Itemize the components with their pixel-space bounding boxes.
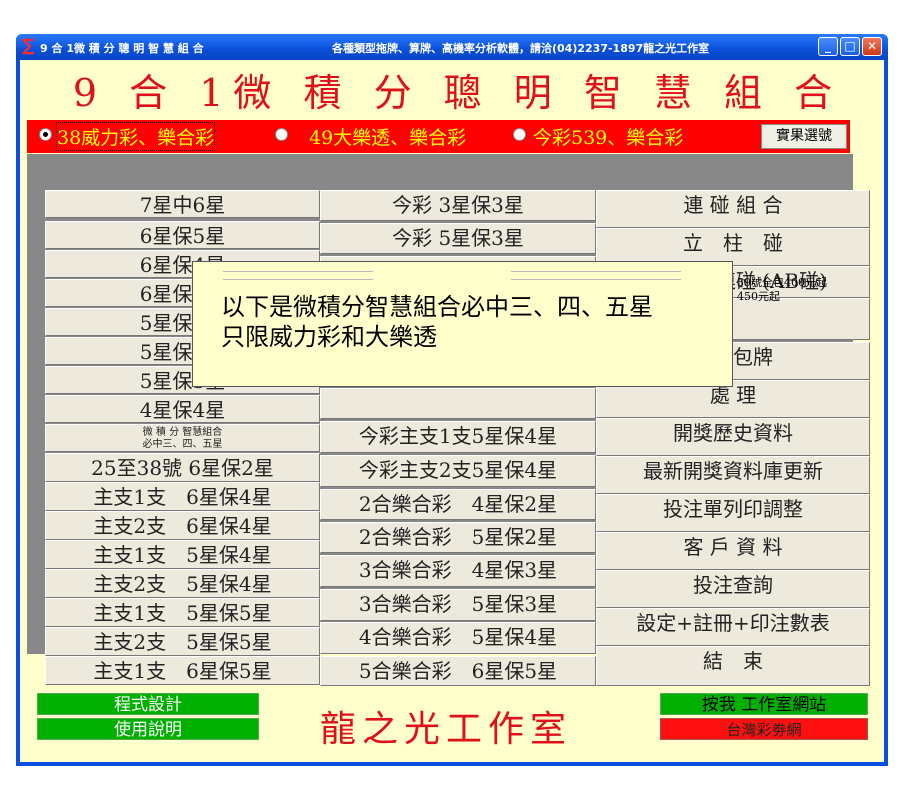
sigma-app-icon: ∑ bbox=[22, 36, 35, 56]
lottery-site-button[interactable]: 台灣彩劵網 bbox=[660, 718, 868, 740]
price-note: 39號全包400元起 450元起 bbox=[737, 276, 827, 304]
website-button[interactable]: 按我 工作室網站 bbox=[660, 693, 868, 715]
left_column-button-7[interactable]: 4星保4星 bbox=[45, 395, 320, 423]
left_column-button-15[interactable]: 主支2支 5星保5星 bbox=[45, 627, 320, 656]
left_column-button-10[interactable]: 主支1支 6星保4星 bbox=[45, 482, 320, 511]
popup-line2: 只限威力彩和大樂透 bbox=[221, 323, 437, 351]
function-grid: 7星中6星 6星保5星 6星保4星 6星保3星 5星保5星 5星保4星 5星保3星 4星保4星… bbox=[27, 154, 870, 686]
popup-line1: 以下是微積分智慧組合必中三、四、五星 bbox=[221, 293, 653, 321]
radio-49-lotto[interactable] bbox=[275, 128, 288, 141]
right_column-button-7[interactable]: 最新開獎資料庫更新 bbox=[596, 456, 870, 494]
left_column-button-16[interactable]: 主支1支 6星保5星 bbox=[45, 656, 320, 685]
middle_column-button-11[interactable]: 3合樂合彩 4星保3星 bbox=[320, 555, 596, 587]
lottery-type-radio-group: 38威力彩、樂合彩 49大樂透、樂合彩 今彩539、樂合彩 實果選號 bbox=[27, 120, 850, 153]
right_column-button-10[interactable]: 投注查詢 bbox=[596, 570, 870, 608]
window-title: 9 合 1微 積 分 聰 明 智 慧 組 合 bbox=[40, 42, 204, 55]
middle_column-button-12[interactable]: 3合樂合彩 5星保3星 bbox=[320, 589, 596, 621]
maximize-button[interactable]: □ bbox=[840, 37, 860, 56]
left_column-button-13[interactable]: 主支2支 5星保4星 bbox=[45, 569, 320, 598]
popup-text: 以下是微積分智慧組合必中三、四、五星 只限威力彩和大樂透 bbox=[221, 292, 653, 352]
program-design-button[interactable]: 程式設計 bbox=[37, 693, 259, 715]
radio-38-power[interactable] bbox=[39, 128, 52, 141]
title-bar[interactable]: ∑ 9 合 1微 積 分 聰 明 智 慧 組 合 各種類型拖牌、算牌、高機率分析… bbox=[16, 34, 888, 60]
radio-label-49-lotto[interactable]: 49大樂透、樂合彩 bbox=[309, 123, 466, 150]
minimize-button[interactable]: _ bbox=[818, 37, 838, 56]
close-button[interactable]: ✕ bbox=[862, 37, 882, 56]
right_column-button-6[interactable]: 開獎歷史資料 bbox=[596, 418, 870, 456]
middle_column-button-9[interactable]: 2合樂合彩 4星保2星 bbox=[320, 489, 596, 520]
info-popup: 以下是微積分智慧組合必中三、四、五星 只限威力彩和大樂透 bbox=[192, 261, 733, 387]
price-note-line1: 39號全包400元起 bbox=[737, 276, 827, 289]
middle_column-button-13[interactable]: 4合樂合彩 5星保4星 bbox=[320, 622, 596, 654]
right_column-button-8[interactable]: 投注單列印調整 bbox=[596, 494, 870, 532]
left_column-button-9[interactable]: 25至38號 6星保2星 bbox=[45, 453, 320, 482]
left_column-button-14[interactable]: 主支1支 5星保5星 bbox=[45, 598, 320, 627]
middle_column-button-10[interactable]: 2合樂合彩 5星保2星 bbox=[320, 522, 596, 553]
pick-number-button[interactable]: 實果選號 bbox=[761, 124, 847, 149]
price-note-line2: 450元起 bbox=[737, 290, 780, 303]
left_column-button-8[interactable]: 微 積 分 智慧組合 必中三、四、五星 bbox=[45, 424, 320, 452]
radio-label-539[interactable]: 今彩539、樂合彩 bbox=[533, 123, 683, 150]
middle_column-button-7[interactable]: 今彩主支1支5星保4星 bbox=[320, 421, 596, 453]
right_column-button-11[interactable]: 設定+註冊+印注數表 bbox=[596, 608, 870, 646]
left_column-button-1[interactable]: 6星保5星 bbox=[45, 221, 320, 249]
radio-label-38-power[interactable]: 38威力彩、樂合彩 bbox=[55, 122, 216, 151]
middle_column-button-14[interactable]: 5合樂合彩 6星保5星 bbox=[320, 656, 596, 686]
usage-button[interactable]: 使用說明 bbox=[37, 718, 259, 740]
popup-rule-left bbox=[223, 271, 373, 280]
popup-rule-right bbox=[511, 271, 681, 280]
studio-name: 龍之光工作室 bbox=[320, 709, 573, 750]
right_column-button-9[interactable]: 客 戶 資 料 bbox=[596, 532, 870, 570]
left_column-button-12[interactable]: 主支1支 5星保4星 bbox=[45, 540, 320, 569]
middle_column-button-8[interactable]: 今彩主支2支5星保4星 bbox=[320, 455, 596, 487]
left_column-button-0[interactable]: 7星中6星 bbox=[45, 190, 320, 218]
middle_column-button-1[interactable]: 今彩 5星保3星 bbox=[320, 223, 596, 254]
minimize-icon: _ bbox=[825, 39, 831, 53]
close-icon: ✕ bbox=[866, 39, 878, 53]
radio-539[interactable] bbox=[513, 128, 526, 141]
right_column-button-0[interactable]: 連 碰 組 合 bbox=[596, 190, 870, 228]
middle_column-button-6[interactable] bbox=[320, 388, 596, 419]
maximize-icon: □ bbox=[844, 39, 856, 53]
right_column-button-12[interactable]: 結 束 bbox=[596, 646, 870, 686]
app-heading: 9 合 1微 積 分 聰 明 智 慧 組 合 bbox=[72, 71, 843, 115]
middle_column-button-0[interactable]: 今彩 3星保3星 bbox=[320, 190, 596, 221]
window-subtitle: 各種類型拖牌、算牌、高機率分析軟體，請洽(04)2237-1897龍之光工作室 bbox=[332, 42, 710, 55]
left_column-button-11[interactable]: 主支2支 6星保4星 bbox=[45, 511, 320, 540]
